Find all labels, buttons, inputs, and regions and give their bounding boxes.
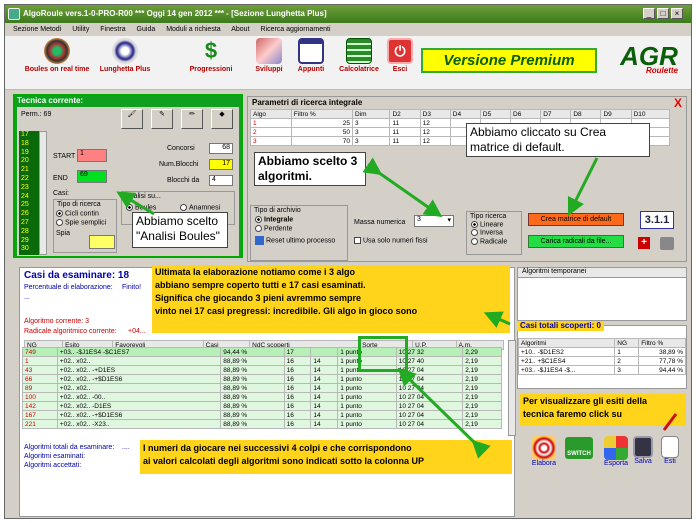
arrow-esiti (662, 413, 678, 431)
annotation-arrows (116, 157, 678, 459)
arrow-up (397, 367, 491, 459)
arrow-boules (116, 191, 155, 216)
arrow-scoperti (483, 311, 511, 328)
arrow-crea (567, 157, 599, 217)
arrow-algo (362, 157, 443, 218)
